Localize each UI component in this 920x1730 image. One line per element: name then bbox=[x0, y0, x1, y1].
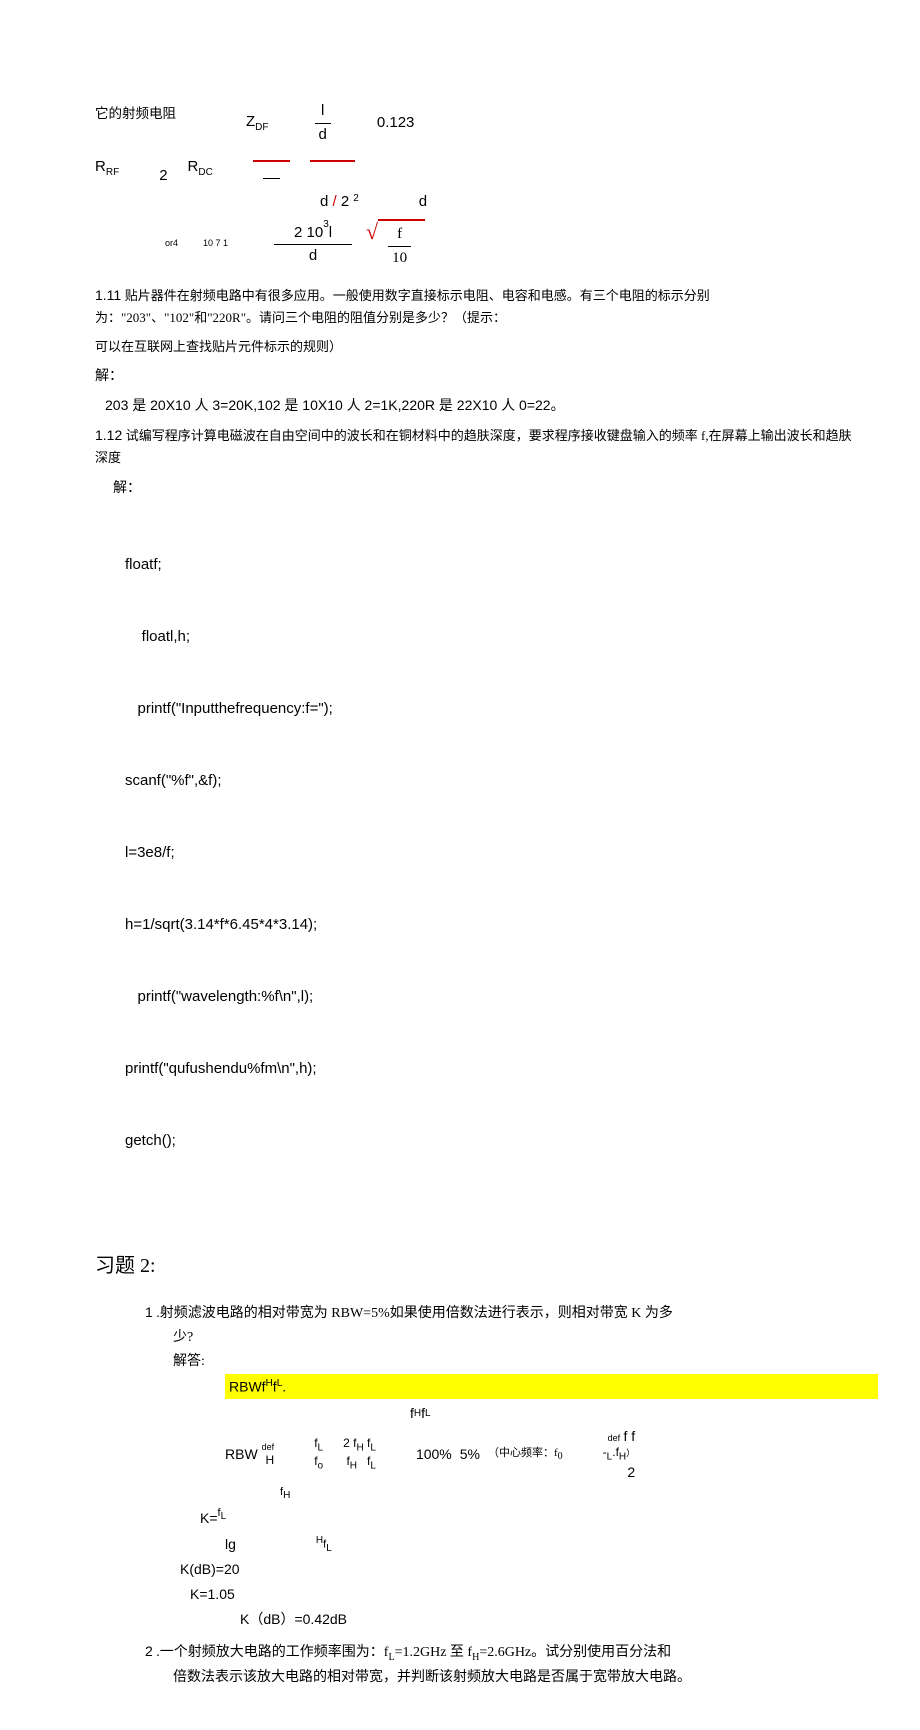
code-line: printf("Inputthefrequency:f="); bbox=[125, 697, 855, 721]
code-line: printf("wavelength:%f\n",l); bbox=[125, 985, 855, 1009]
value-0123: 0.123 bbox=[377, 112, 415, 135]
code-line: floatl,h; bbox=[125, 625, 855, 649]
code-block: floatf; floatl,h; printf("Inputthefreque… bbox=[125, 505, 855, 1201]
zdf-symbol: ZDF bbox=[246, 111, 269, 135]
q21-num: 1 bbox=[145, 1304, 153, 1320]
q21-text: .射频滤波电路的相对带宽为 RBW=5%如果使用倍数法进行表示，则相对带宽 K … bbox=[156, 1306, 673, 1321]
fh-row: fH bbox=[280, 1484, 855, 1503]
rbw-def-row: RBW def H fL fo 2 fH fL fH fL 100% 5% （中… bbox=[225, 1428, 855, 1480]
fhfl-row: fHfL bbox=[410, 1403, 855, 1424]
code-line: scanf("%f",&f); bbox=[125, 769, 855, 793]
problem-1-11-text2: 可以在互联网上查找贴片元件标示的规则） bbox=[95, 337, 855, 358]
lg-row: lg HfL bbox=[225, 1533, 855, 1556]
k105-row: K=1.05 bbox=[190, 1584, 855, 1605]
document-page: 它的射频电阻 ZDF l d 0.123 RRF 2 RDC bbox=[0, 0, 920, 1730]
d-over-2: d / 2 bbox=[320, 191, 349, 214]
rrf-symbol: RRF bbox=[95, 156, 119, 180]
q21-ans-label: 解答: bbox=[173, 1350, 855, 1374]
code-line: getch(); bbox=[125, 1129, 855, 1153]
kdb20-row: K(dB)=20 bbox=[180, 1559, 855, 1580]
red-overline-1 bbox=[253, 160, 290, 185]
k-eq-row: K=fL bbox=[200, 1508, 855, 1529]
q22-num: 2 bbox=[145, 1643, 153, 1659]
problem-number: 1.11 bbox=[95, 287, 121, 303]
section-2-title: 习题 2: bbox=[95, 1251, 855, 1281]
formula-row-1: 它的射频电阻 ZDF l d 0.123 bbox=[95, 100, 855, 146]
code-line: l=3e8/f; bbox=[125, 841, 855, 865]
highlight-rbw: RBWfHfL. bbox=[225, 1374, 878, 1400]
solution-label-112: 解： bbox=[113, 478, 855, 499]
problem-1-12: 1.12 试编写程序计算电磁波在自由空间中的波长和在铜材料中的趋肤深度，要求程序… bbox=[95, 424, 855, 471]
d-right: d bbox=[419, 191, 427, 214]
problem-1-11-text: 贴片器件在射频电路中有很多应用。一般使用数字直接标示电阻、电容和电感。有三个电阻… bbox=[95, 288, 710, 325]
fraction-2x10-d: 2 103l d bbox=[274, 221, 352, 268]
problem-number-112: 1.12 bbox=[95, 427, 122, 443]
q22-text: .一个射频放大电路的工作频率围为：fL=1.2GHz 至 fH=2.6GHz。试… bbox=[156, 1645, 671, 1660]
rdc-symbol: RDC bbox=[188, 156, 213, 180]
code-line: h=1/sqrt(3.14*f*6.45*4*3.14); bbox=[125, 913, 855, 937]
formula-row-4: or4 10 7 1 2 103l d √ f 10 bbox=[95, 219, 855, 269]
problem-1-12-text: 试编写程序计算电磁波在自由空间中的波长和在铜材料中的趋肤深度，要求程序接收键盘输… bbox=[95, 428, 852, 465]
q22-text4: 倍数法表示该放大电路的相对带宽，并判断该射频放大电路是否属于宽带放大电路。 bbox=[173, 1666, 855, 1690]
code-line: printf("qufushendu%fm\n",h); bbox=[125, 1057, 855, 1081]
exponent-2: 2 bbox=[353, 191, 359, 206]
formula-block-21: RBWfHfL. fHfL RBW def H fL fo 2 fH fL fH… bbox=[180, 1374, 855, 1631]
problem-2-2: 2 .一个射频放大电路的工作频率围为：fL=1.2GHz 至 fH=2.6GHz… bbox=[145, 1640, 855, 1690]
solution-label-111: 解： bbox=[95, 366, 855, 387]
problem-1-11: 1.11 贴片器件在射频电路中有很多应用。一般使用数字直接标示电阻、电容和电感。… bbox=[95, 284, 855, 331]
sqrt-f-10: √ f 10 bbox=[366, 219, 425, 269]
solution-111: 203 是 20X10 人 3=20K,102 是 10X10 人 2=1K,2… bbox=[105, 395, 855, 416]
fraction-l-d: l d bbox=[315, 100, 331, 146]
tiny-text: 10 7 1 bbox=[203, 237, 228, 251]
or4: or4 bbox=[165, 237, 178, 251]
red-overline-2 bbox=[310, 160, 355, 185]
formula-row-3: d / 2 2 d bbox=[320, 191, 855, 214]
code-line: floatf; bbox=[125, 553, 855, 577]
problem-2-1: 1 .射频滤波电路的相对带宽为 RBW=5%如果使用倍数法进行表示，则相对带宽 … bbox=[145, 1301, 855, 1373]
rf-resistance-label: 它的射频电阻 bbox=[95, 100, 176, 124]
two: 2 bbox=[159, 165, 167, 188]
kdb042-row: K（dB）=0.42dB bbox=[240, 1609, 855, 1630]
formula-row-2: RRF 2 RDC bbox=[95, 152, 855, 185]
formula-block-top: 它的射频电阻 ZDF l d 0.123 RRF 2 RDC bbox=[95, 100, 855, 269]
q21-text2: 少? bbox=[173, 1326, 855, 1350]
